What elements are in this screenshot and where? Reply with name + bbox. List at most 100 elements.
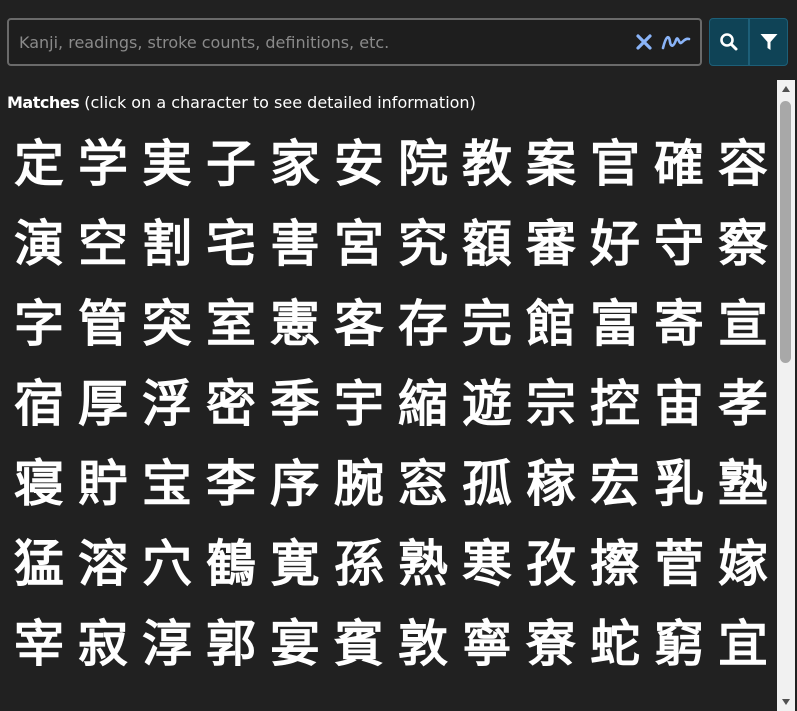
kanji-result[interactable]: 学 [71,124,135,204]
kanji-result[interactable]: 嫁 [711,524,775,604]
kanji-result[interactable]: 窮 [647,604,711,684]
kanji-result[interactable]: 演 [7,204,71,284]
kanji-result[interactable]: 突 [135,284,199,364]
kanji-result[interactable]: 郭 [199,604,263,684]
scroll-down-arrow[interactable] [777,693,795,711]
kanji-result[interactable]: 遊 [455,364,519,444]
kanji-result[interactable]: 空 [71,204,135,284]
kanji-result[interactable]: 宏 [583,444,647,524]
kanji-result[interactable]: 害 [263,204,327,284]
kanji-result[interactable]: 宴 [263,604,327,684]
kanji-result[interactable]: 宝 [135,444,199,524]
kanji-result[interactable]: 乳 [647,444,711,524]
kanji-result[interactable]: 院 [391,124,455,204]
kanji-result[interactable]: 寛 [263,524,327,604]
kanji-result[interactable]: 貯 [71,444,135,524]
kanji-result[interactable]: 存 [391,284,455,364]
kanji-result[interactable]: 稼 [519,444,583,524]
kanji-result[interactable]: 窓 [391,444,455,524]
kanji-result[interactable]: 宣 [711,284,775,364]
kanji-result[interactable]: 察 [711,204,775,284]
kanji-result[interactable]: 客 [327,284,391,364]
filter-button[interactable] [749,18,788,66]
kanji-result[interactable]: 宰 [7,604,71,684]
kanji-result[interactable]: 寝 [7,444,71,524]
kanji-result[interactable]: 館 [519,284,583,364]
kanji-result[interactable]: 擦 [583,524,647,604]
matches-label: Matches [7,93,80,112]
kanji-result[interactable]: 蛇 [583,604,647,684]
kanji-result[interactable]: 完 [455,284,519,364]
kanji-result[interactable]: 淳 [135,604,199,684]
kanji-result[interactable]: 塾 [711,444,775,524]
kanji-result[interactable]: 宜 [711,604,775,684]
kanji-result[interactable]: 家 [263,124,327,204]
kanji-result[interactable]: 控 [583,364,647,444]
kanji-result[interactable]: 好 [583,204,647,284]
kanji-result[interactable]: 字 [7,284,71,364]
kanji-result[interactable]: 容 [711,124,775,204]
search-bar [7,18,702,66]
kanji-result[interactable]: 李 [199,444,263,524]
kanji-result[interactable]: 密 [199,364,263,444]
kanji-result[interactable]: 孤 [455,444,519,524]
matches-hint: (click on a character to see detailed in… [84,93,476,112]
kanji-result[interactable]: 実 [135,124,199,204]
kanji-result[interactable]: 敦 [391,604,455,684]
kanji-result[interactable]: 寂 [71,604,135,684]
kanji-search-app: Matches (click on a character to see det… [0,0,797,711]
kanji-result[interactable]: 寮 [519,604,583,684]
close-icon[interactable] [632,30,656,54]
kanji-result[interactable]: 割 [135,204,199,284]
kanji-result[interactable]: 縮 [391,364,455,444]
kanji-result[interactable]: 厚 [71,364,135,444]
kanji-result[interactable]: 定 [7,124,71,204]
search-button[interactable] [709,18,749,66]
kanji-result[interactable]: 寧 [455,604,519,684]
kanji-result[interactable]: 寄 [647,284,711,364]
kanji-result[interactable]: 額 [455,204,519,284]
kanji-result[interactable]: 子 [199,124,263,204]
kanji-result[interactable]: 審 [519,204,583,284]
matches-header: Matches (click on a character to see det… [7,93,476,112]
scroll-up-arrow[interactable] [777,80,795,98]
kanji-result[interactable]: 宙 [647,364,711,444]
kanji-result[interactable]: 賓 [327,604,391,684]
kanji-result[interactable]: 鶴 [199,524,263,604]
kanji-result[interactable]: 孫 [327,524,391,604]
kanji-result[interactable]: 官 [583,124,647,204]
kanji-result[interactable]: 序 [263,444,327,524]
kanji-result[interactable]: 教 [455,124,519,204]
kanji-result[interactable]: 案 [519,124,583,204]
kanji-result[interactable]: 確 [647,124,711,204]
kanji-result[interactable]: 宗 [519,364,583,444]
kanji-result[interactable]: 猛 [7,524,71,604]
kanji-result[interactable]: 富 [583,284,647,364]
kanji-result[interactable]: 季 [263,364,327,444]
search-icon [720,33,738,51]
kanji-result[interactable]: 孜 [519,524,583,604]
kanji-result[interactable]: 守 [647,204,711,284]
kanji-result[interactable]: 宅 [199,204,263,284]
kanji-result[interactable]: 宮 [327,204,391,284]
kanji-result[interactable]: 孝 [711,364,775,444]
kanji-result[interactable]: 溶 [71,524,135,604]
kanji-result[interactable]: 室 [199,284,263,364]
kanji-result[interactable]: 浮 [135,364,199,444]
kanji-result[interactable]: 管 [71,284,135,364]
kanji-result[interactable]: 熟 [391,524,455,604]
handwriting-icon[interactable] [660,30,692,54]
kanji-result[interactable]: 憲 [263,284,327,364]
vertical-scrollbar[interactable] [777,80,795,711]
kanji-result[interactable]: 宇 [327,364,391,444]
kanji-result[interactable]: 安 [327,124,391,204]
kanji-result[interactable]: 腕 [327,444,391,524]
kanji-result[interactable]: 菅 [647,524,711,604]
kanji-result[interactable]: 究 [391,204,455,284]
filter-icon [760,34,777,50]
kanji-result[interactable]: 穴 [135,524,199,604]
scroll-thumb[interactable] [780,101,791,363]
kanji-result[interactable]: 宿 [7,364,71,444]
kanji-result[interactable]: 寒 [455,524,519,604]
search-input[interactable] [9,20,632,64]
